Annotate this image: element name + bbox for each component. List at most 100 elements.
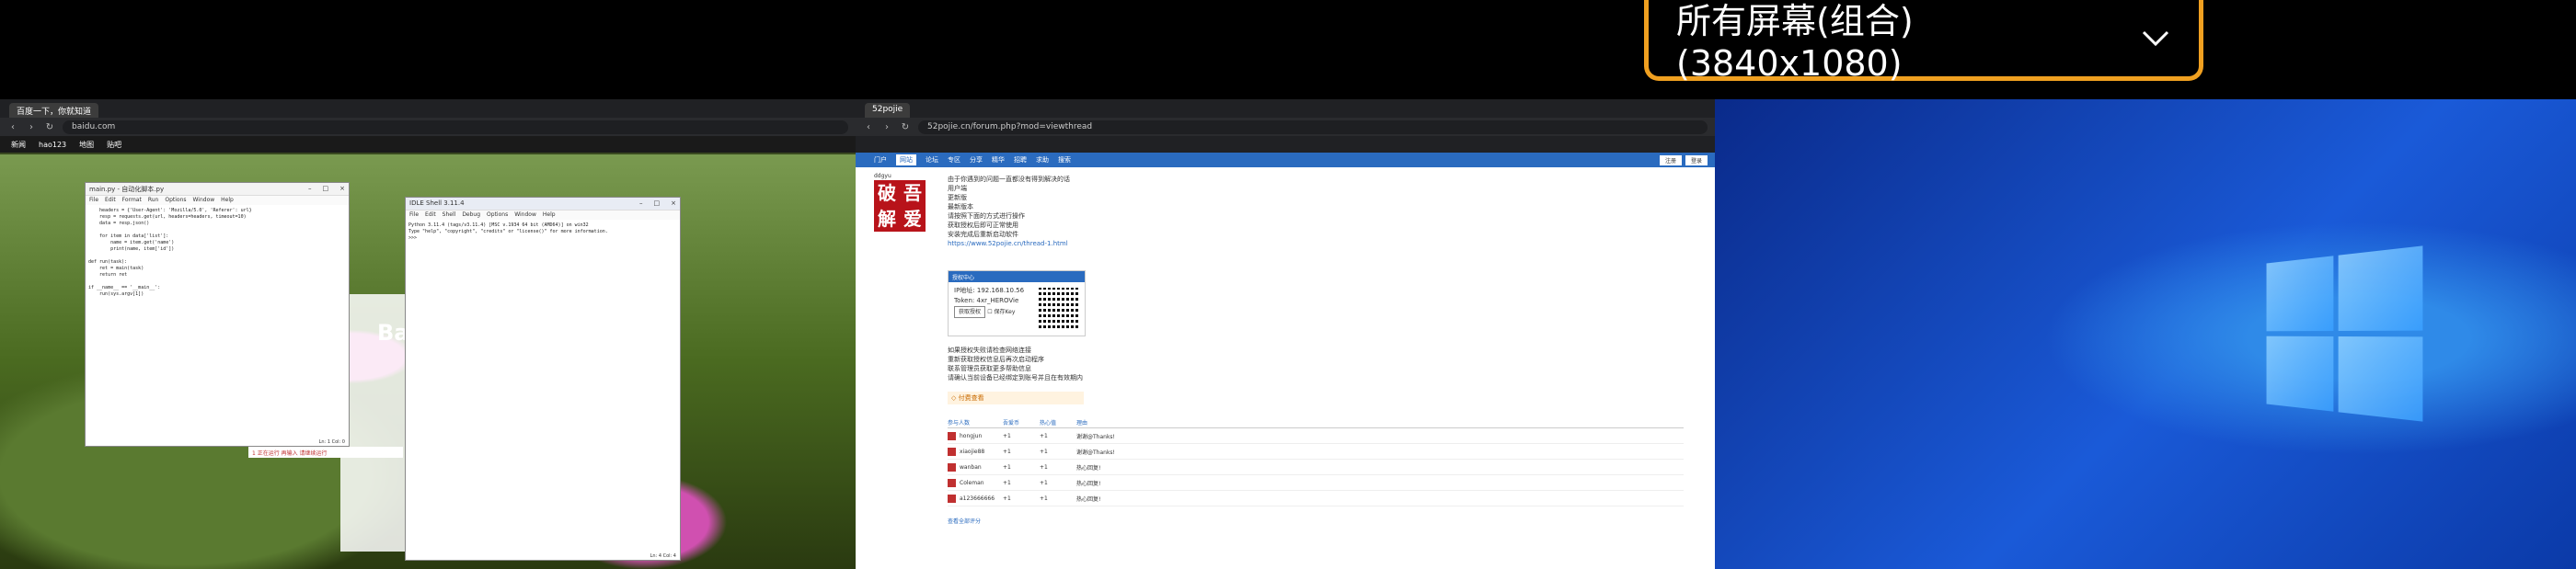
back-icon[interactable]: ‹	[863, 122, 874, 132]
rater-cell: hongjun	[948, 431, 1003, 440]
popup-title: 授权中心	[949, 271, 1085, 282]
rater-avatar[interactable]	[948, 447, 956, 456]
forward-icon[interactable]: ›	[26, 122, 37, 132]
forward-icon[interactable]: ›	[881, 122, 892, 132]
monitor-1: 百度一下，你就知道 ‹ › ↻ baidu.com 新闻 hao123 地图 贴…	[0, 99, 856, 569]
forum-nav-item[interactable]: 搜索	[1058, 155, 1071, 165]
paid-notice[interactable]: ◇ 付费查看	[948, 392, 1084, 404]
column-header: 参与人数	[948, 420, 971, 427]
menu-item[interactable]: Run	[148, 197, 159, 204]
logo-char: 破	[878, 182, 896, 204]
code-editor[interactable]: headers = {'User-Agent': 'Mozilla/5.0', …	[86, 205, 349, 435]
post-link[interactable]: https://www.52pojie.cn/thread-1.html	[948, 239, 1684, 248]
address-bar[interactable]: 52pojie.cn/forum.php?mod=viewthread	[918, 119, 1708, 134]
forum-nav-item[interactable]: 招聘	[1014, 155, 1027, 165]
checkbox-label: 保存Key	[994, 309, 1016, 315]
menu-item[interactable]: File	[89, 197, 98, 204]
rater-name[interactable]: Coleman	[960, 480, 984, 486]
maximize-icon[interactable]: □	[654, 199, 661, 208]
browser-tab[interactable]: 百度一下，你就知道	[9, 103, 99, 118]
chevron-down-icon[interactable]	[2140, 23, 2171, 54]
get-auth-button[interactable]: 获取授权	[954, 306, 986, 318]
post-line: 安装完成后重新启动软件	[948, 231, 1018, 238]
menu-item[interactable]: Options	[487, 211, 508, 219]
rater-avatar[interactable]	[948, 478, 956, 487]
menu-bar: File Edit Format Run Options Window Help	[86, 196, 349, 205]
rater-name[interactable]: xiaojie88	[960, 449, 984, 455]
menu-item[interactable]: Format	[122, 197, 142, 204]
maximize-icon[interactable]: □	[323, 185, 329, 193]
rater-cell: xiaojie88	[948, 447, 1003, 456]
table-row: a123666666 +1 +1 热心回复!	[948, 491, 1684, 506]
back-icon[interactable]: ‹	[7, 122, 18, 132]
logo-char: 吾	[903, 182, 922, 204]
table-header: 参与人数 吾爱币 热心值 理由	[948, 417, 1684, 428]
menu-bar: File Edit Shell Debug Options Window Help	[406, 211, 680, 220]
auth-popup: 授权中心 IP地址: 192.168.10.56 Token: 4xr_HERO…	[948, 270, 1086, 336]
forum-nav-item[interactable]: 专区	[948, 155, 960, 165]
notification-bar[interactable]: 1 正在运行 再输入 请继续运行	[248, 447, 403, 458]
reason-cell: 热心回复!	[1076, 480, 1101, 487]
rater-name[interactable]: wanban	[960, 464, 982, 471]
menu-item[interactable]: Edit	[425, 211, 436, 219]
menu-item[interactable]: Help	[221, 197, 234, 204]
menu-item[interactable]: Help	[543, 211, 556, 219]
shell-output[interactable]: Python 3.11.4 (tags/v3.11.4) [MSC v.1934…	[406, 220, 680, 546]
menu-item[interactable]: Window	[193, 197, 215, 204]
minimize-icon[interactable]: –	[639, 199, 643, 208]
menu-item[interactable]: Shell	[443, 211, 456, 219]
forum-nav-item[interactable]: 分享	[970, 155, 983, 165]
reload-icon[interactable]: ↻	[900, 122, 911, 132]
menu-item[interactable]: Options	[165, 197, 186, 204]
close-icon[interactable]: ×	[671, 199, 676, 208]
author-avatar[interactable]: 破 吾 解 爱	[874, 180, 926, 232]
reason-cell: 谢谢@Thanks!	[1076, 449, 1115, 456]
column-header: 理由	[1076, 420, 1088, 427]
nav-link[interactable]: 地图	[79, 140, 94, 150]
forum-auth-button[interactable]: 登录	[1685, 154, 1708, 165]
rater-avatar[interactable]	[948, 462, 956, 472]
nav-link[interactable]: 新闻	[11, 140, 26, 150]
forum-auth-button[interactable]: 注册	[1659, 154, 1682, 165]
baidu-nav: 新闻 hao123 地图 贴吧	[0, 136, 856, 153]
column-header: 吾爱币	[1003, 420, 1020, 427]
close-icon[interactable]: ×	[339, 185, 345, 193]
screen-selector-dropdown[interactable]: 所有屏幕(组合) (3840x1080)	[1644, 0, 2203, 84]
view-all-ratings-link[interactable]: 查看全部评分	[948, 517, 981, 525]
window-title: main.py - 自动化脚本.py	[89, 186, 165, 193]
save-key-checkbox[interactable]: ☐ 保存Key	[987, 309, 1015, 315]
forum-nav-item[interactable]: 论坛	[926, 155, 938, 165]
forum-nav-item[interactable]: 求助	[1036, 155, 1049, 165]
menu-item[interactable]: File	[409, 211, 419, 219]
rater-cell: Coleman	[948, 478, 1003, 487]
rater-avatar[interactable]	[948, 494, 956, 503]
nav-link[interactable]: 贴吧	[107, 140, 121, 150]
editor-window-right: IDLE Shell 3.11.4 – □ × File Edit Shell Debug…	[405, 197, 681, 561]
browser-tab[interactable]: 52pojie	[865, 103, 911, 118]
reason-cell: 热心回复!	[1076, 464, 1101, 472]
forum-nav-item[interactable]: 网站	[896, 154, 916, 165]
table-row: Coleman +1 +1 热心回复!	[948, 475, 1684, 491]
post-line: 如果授权失败请检查网络连接	[948, 347, 1031, 354]
coin-cell: +1	[1003, 479, 1011, 486]
heart-cell: +1	[1040, 432, 1048, 439]
rater-avatar[interactable]	[948, 431, 956, 440]
author-name[interactable]: ddgyu	[874, 173, 891, 179]
post-line: 联系管理员获取更多帮助信息	[948, 365, 1031, 372]
forum-nav-item[interactable]: 精华	[992, 155, 1005, 165]
nav-link[interactable]: hao123	[39, 141, 66, 149]
logo-char: 爱	[903, 208, 922, 230]
menu-item[interactable]: Edit	[105, 197, 116, 204]
reload-icon[interactable]: ↻	[44, 122, 55, 132]
forum-nav-item[interactable]: 门户	[874, 155, 887, 165]
rating-table: 参与人数 吾爱币 热心值 理由 hongjun +1 +1 谢谢@Thanks! xiaojie…	[948, 417, 1684, 506]
post-line: 请确认当前设备已经绑定到账号并且在有效期内	[948, 374, 1083, 381]
minimize-icon[interactable]: –	[308, 185, 312, 193]
menu-item[interactable]: Window	[514, 211, 536, 219]
address-bar[interactable]: baidu.com	[63, 119, 848, 134]
table-row: wanban +1 +1 热心回复!	[948, 460, 1684, 475]
monitor-2: 52pojie ‹ › ↻ 52pojie.cn/forum.php?mod=v…	[856, 99, 1715, 569]
rater-name[interactable]: a123666666	[960, 495, 995, 502]
rater-name[interactable]: hongjun	[960, 433, 982, 439]
menu-item[interactable]: Debug	[462, 211, 480, 219]
